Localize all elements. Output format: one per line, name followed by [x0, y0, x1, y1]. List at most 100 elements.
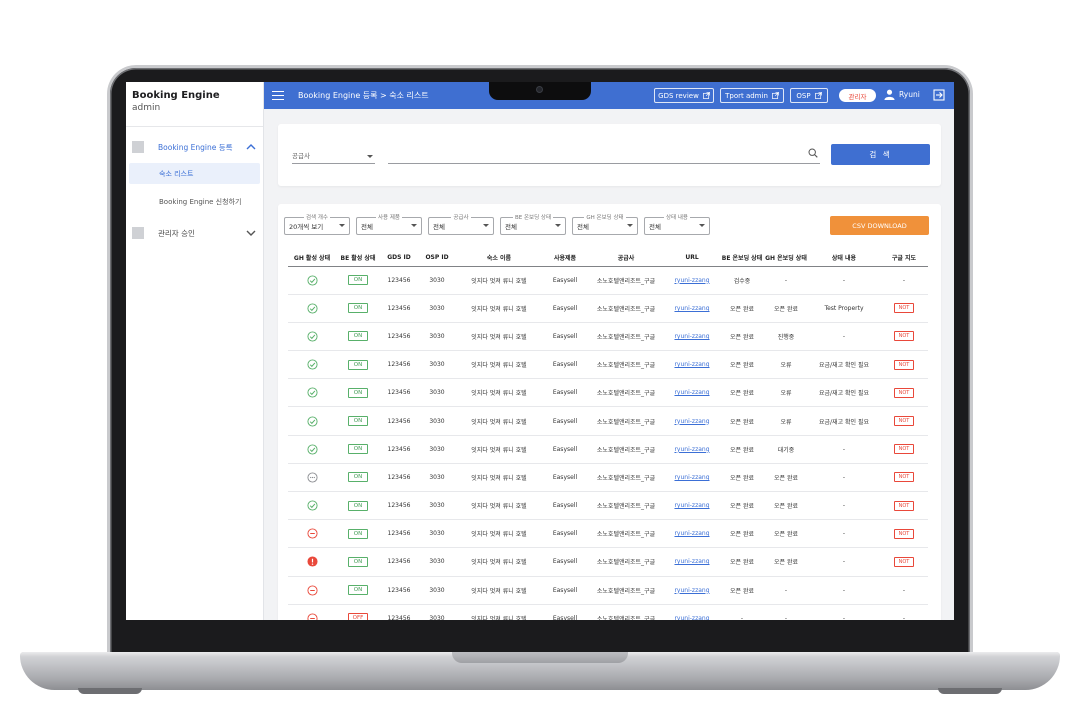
- be-onboard-text: 오픈 완료: [730, 503, 754, 511]
- table-row[interactable]: ON 123456 3030 잇지다 멋져 류니 호텔 Easysell 소노호텔앤리조트…: [288, 322, 928, 352]
- gds-review-link[interactable]: GDS review: [654, 88, 714, 103]
- table-row[interactable]: ON 123456 3030 잇지다 멋져 류니 호텔 Easysell 소노호텔앤리조트…: [288, 406, 928, 436]
- osp-link[interactable]: OSP: [790, 88, 828, 103]
- table-row[interactable]: ON 123456 3030 잇지다 멋져 류니 호텔 Easysell 소노호텔앤리조트…: [288, 435, 928, 464]
- be-status-badge[interactable]: ON: [348, 416, 368, 427]
- filter-status-content[interactable]: 상태 내용 전체: [644, 215, 710, 235]
- osp-text: 3030: [429, 445, 445, 453]
- supplier-text: 소노호텔앤리조트_구글: [596, 474, 656, 482]
- filter-product[interactable]: 사용 제품 전체: [356, 215, 422, 235]
- gh-status-cell: [288, 406, 336, 436]
- be-status-badge[interactable]: ON: [348, 359, 368, 370]
- be-status-badge[interactable]: ON: [348, 303, 368, 314]
- be-status-badge[interactable]: ON: [348, 472, 368, 483]
- property-table: GH 활성 상태 BE 활성 상태 GDS ID OSP ID 숙소 이름 사용제품 공급사…: [288, 250, 928, 620]
- be-status-badge[interactable]: ON: [348, 556, 368, 567]
- supplier-text: 소노호텔앤리조트_구글: [596, 531, 656, 539]
- table-row[interactable]: ON 123456 3030 잇지다 멋져 류니 호텔 Easysell 소노호텔앤리조트…: [288, 350, 928, 380]
- table-row[interactable]: OFF 123456 3030 잇지다 멋져 류니 호텔 Easysell 소노호텔앤리조…: [288, 604, 928, 620]
- be-status-badge[interactable]: ON: [348, 585, 368, 596]
- be-status-cell: ON: [336, 378, 380, 408]
- sidebar-item-property-list[interactable]: 숙소 리스트: [129, 163, 260, 184]
- be-onboard-cell: 오픈 완료: [720, 435, 764, 464]
- search-input[interactable]: [388, 146, 820, 164]
- table-body: ON 123456 3030 잇지다 멋져 류니 호텔 Easysell 소노호텔앤리조트…: [288, 266, 928, 620]
- property-url-link[interactable]: ryuni-zzang: [674, 333, 709, 340]
- property-url-link[interactable]: ryuni-zzang: [674, 361, 709, 368]
- table-row[interactable]: ON 123456 3030 잇지다 멋져 류니 호텔 Easysell 소노호텔앤리조트…: [288, 519, 928, 549]
- status-cell: 요금/재고 확인 필요: [808, 406, 880, 436]
- google-map-cell: NOT: [880, 322, 928, 352]
- property-url-link[interactable]: ryuni-zzang: [674, 558, 709, 565]
- be-status-badge[interactable]: ON: [348, 331, 368, 342]
- table-row[interactable]: ON 123456 3030 잇지다 멋져 류니 호텔 Easysell 소노호텔앤리조트…: [288, 294, 928, 323]
- name-text: 잇지다 멋져 류니 호텔: [471, 277, 527, 285]
- filter-page-size[interactable]: 검색 개수 20개씩 보기: [284, 215, 350, 235]
- table-row[interactable]: ON 123456 3030 잇지다 멋져 류니 호텔 Easysell 소노호텔앤리조트…: [288, 491, 928, 521]
- google-map-badge: -: [902, 586, 906, 594]
- be-status-cell: ON: [336, 266, 380, 295]
- status-cell: -: [808, 322, 880, 352]
- google-map-cell: NOT: [880, 547, 928, 577]
- osp-text: 3030: [429, 417, 445, 425]
- table-row[interactable]: ON 123456 3030 잇지다 멋져 류니 호텔 Easysell 소노호텔앤리조트…: [288, 547, 928, 577]
- be-status-badge[interactable]: ON: [348, 275, 368, 286]
- property-url-link[interactable]: ryuni-zzang: [674, 277, 709, 284]
- gds-cell: 123456: [380, 576, 418, 605]
- gh-onboard-cell: 오픈 완료: [764, 491, 808, 521]
- filter-legend: GH 온보딩 상태: [573, 213, 637, 221]
- be-status-badge[interactable]: ON: [348, 387, 368, 398]
- property-url-link[interactable]: ryuni-zzang: [674, 474, 709, 481]
- menu-icon[interactable]: [272, 90, 284, 101]
- search-icon[interactable]: [808, 148, 818, 158]
- gh-onboard-text: 오픈 완료: [774, 305, 798, 313]
- gds-cell: 123456: [380, 547, 418, 577]
- property-url-link[interactable]: ryuni-zzang: [674, 418, 709, 425]
- google-map-badge: NOT: [894, 387, 914, 398]
- name-text: 잇지다 멋져 류니 호텔: [471, 474, 527, 482]
- be-status-cell: ON: [336, 322, 380, 352]
- search-button[interactable]: 검 색: [831, 144, 930, 165]
- property-url-link[interactable]: ryuni-zzang: [674, 587, 709, 594]
- url-cell: ryuni-zzang: [664, 435, 720, 464]
- logout-icon[interactable]: [933, 89, 945, 101]
- be-status-badge[interactable]: OFF: [348, 613, 368, 620]
- supplier-cell: 소노호텔앤리조트_구글: [588, 294, 664, 323]
- google-map-badge: NOT: [894, 303, 914, 314]
- be-status-badge[interactable]: ON: [348, 444, 368, 455]
- sidebar-item-booking-engine-apply[interactable]: Booking Engine 신청하기: [129, 191, 260, 212]
- status-text: -: [842, 332, 846, 340]
- gds-cell: 123456: [380, 294, 418, 323]
- property-url-link[interactable]: ryuni-zzang: [674, 389, 709, 396]
- product-text: Easysell: [552, 304, 578, 312]
- column-header: BE 활성 상태: [336, 250, 380, 267]
- table-row[interactable]: ON 123456 3030 잇지다 멋져 류니 호텔 Easysell 소노호텔앤리조트…: [288, 266, 928, 295]
- product-text: Easysell: [552, 473, 578, 481]
- table-row[interactable]: ON 123456 3030 잇지다 멋져 류니 호텔 Easysell 소노호텔앤리조트…: [288, 378, 928, 408]
- be-status-badge[interactable]: ON: [348, 500, 368, 511]
- user-name[interactable]: Ryuni: [899, 90, 920, 99]
- check-circle-icon: [306, 415, 318, 427]
- osp-cell: 3030: [418, 547, 456, 577]
- be-status-badge[interactable]: ON: [348, 528, 368, 539]
- osp-text: 3030: [429, 558, 445, 566]
- property-url-link[interactable]: ryuni-zzang: [674, 502, 709, 509]
- filter-supplier[interactable]: 공급사 전체: [428, 215, 494, 235]
- table-row[interactable]: ON 123456 3030 잇지다 멋져 류니 호텔 Easysell 소노호텔앤리조트…: [288, 463, 928, 493]
- osp-cell: 3030: [418, 463, 456, 493]
- tport-admin-link[interactable]: Tport admin: [720, 88, 784, 103]
- sidebar-section-booking-engine[interactable]: Booking Engine 등록: [126, 136, 264, 158]
- filter-gh-onboarding[interactable]: GH 온보딩 상태 전체: [572, 215, 638, 235]
- table-row[interactable]: ON 123456 3030 잇지다 멋져 류니 호텔 Easysell 소노호텔앤리조트…: [288, 576, 928, 605]
- csv-download-button[interactable]: CSV DOWNLOAD: [830, 216, 929, 235]
- property-url-link[interactable]: ryuni-zzang: [674, 615, 709, 620]
- filter-be-onboarding[interactable]: BE 온보딩 상태 전체: [500, 215, 566, 235]
- supplier-cell: 소노호텔앤리조트_구글: [588, 435, 664, 464]
- be-onboard-cell: 오픈 완료: [720, 491, 764, 521]
- property-url-link[interactable]: ryuni-zzang: [674, 305, 709, 312]
- property-url-link[interactable]: ryuni-zzang: [674, 446, 709, 453]
- sidebar-section-admin-approval[interactable]: 관리자 승인: [126, 222, 264, 244]
- sidebar-item-label: 숙소 리스트: [159, 169, 194, 178]
- supplier-select[interactable]: 공급사: [292, 146, 375, 164]
- property-url-link[interactable]: ryuni-zzang: [674, 530, 709, 537]
